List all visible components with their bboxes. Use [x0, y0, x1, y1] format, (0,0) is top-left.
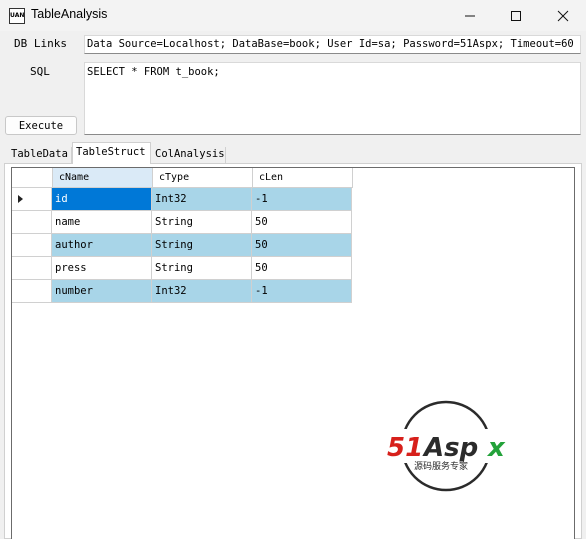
- tab-tabledata[interactable]: TableData: [8, 146, 71, 163]
- sql-textarea[interactable]: SELECT * FROM t_book;: [84, 62, 581, 135]
- column-header-cname[interactable]: cName: [53, 168, 153, 188]
- svg-text:x: x: [486, 433, 506, 463]
- window-title: TableAnalysis: [31, 7, 108, 21]
- row-header[interactable]: [12, 257, 52, 280]
- table-cell[interactable]: id: [52, 188, 152, 211]
- svg-text:源码服务专家: 源码服务专家: [414, 460, 468, 472]
- table-cell[interactable]: String: [152, 257, 252, 280]
- table-cell[interactable]: author: [52, 234, 152, 257]
- table-cell[interactable]: 50: [252, 234, 352, 257]
- table-cell[interactable]: -1: [252, 188, 352, 211]
- title-bar: UAN TableAnalysis: [0, 0, 586, 31]
- minimize-button[interactable]: [447, 0, 493, 31]
- tab-colanalysis[interactable]: ColAnalysis: [152, 146, 228, 163]
- table-cell[interactable]: String: [152, 234, 252, 257]
- watermark-logo: 51 Asp x 源码服务专家: [384, 400, 516, 492]
- row-header[interactable]: [12, 280, 52, 303]
- table-cell[interactable]: -1: [252, 280, 352, 303]
- row-pointer-icon: [18, 195, 23, 203]
- svg-text:Asp: Asp: [422, 433, 478, 463]
- table-cell[interactable]: number: [52, 280, 152, 303]
- maximize-button[interactable]: [493, 0, 539, 31]
- row-header[interactable]: [12, 211, 52, 234]
- table-cell[interactable]: press: [52, 257, 152, 280]
- maximize-icon: [511, 10, 521, 21]
- row-header[interactable]: [12, 188, 52, 211]
- row-header[interactable]: [12, 234, 52, 257]
- table-cell[interactable]: String: [152, 211, 252, 234]
- execute-button[interactable]: Execute: [5, 116, 77, 135]
- tab-tablestruct[interactable]: TableStruct: [72, 142, 151, 164]
- table-cell[interactable]: Int32: [152, 188, 252, 211]
- sql-label: SQL: [30, 65, 50, 78]
- db-links-input[interactable]: Data Source=Localhost; DataBase=book; Us…: [84, 35, 581, 54]
- close-icon: [557, 10, 569, 21]
- table-cell[interactable]: name: [52, 211, 152, 234]
- tab-divider: [225, 147, 226, 163]
- column-header-clen[interactable]: cLen: [253, 168, 353, 188]
- app-icon: UAN: [9, 8, 25, 24]
- table-cell[interactable]: 50: [252, 211, 352, 234]
- column-header-ctype[interactable]: cType: [153, 168, 253, 188]
- grid-corner-header: [12, 168, 53, 188]
- close-button[interactable]: [540, 0, 586, 31]
- minimize-icon: [465, 15, 475, 16]
- db-links-label: DB Links: [14, 37, 67, 50]
- svg-text:51: 51: [387, 433, 423, 463]
- table-cell[interactable]: 50: [252, 257, 352, 280]
- table-cell[interactable]: Int32: [152, 280, 252, 303]
